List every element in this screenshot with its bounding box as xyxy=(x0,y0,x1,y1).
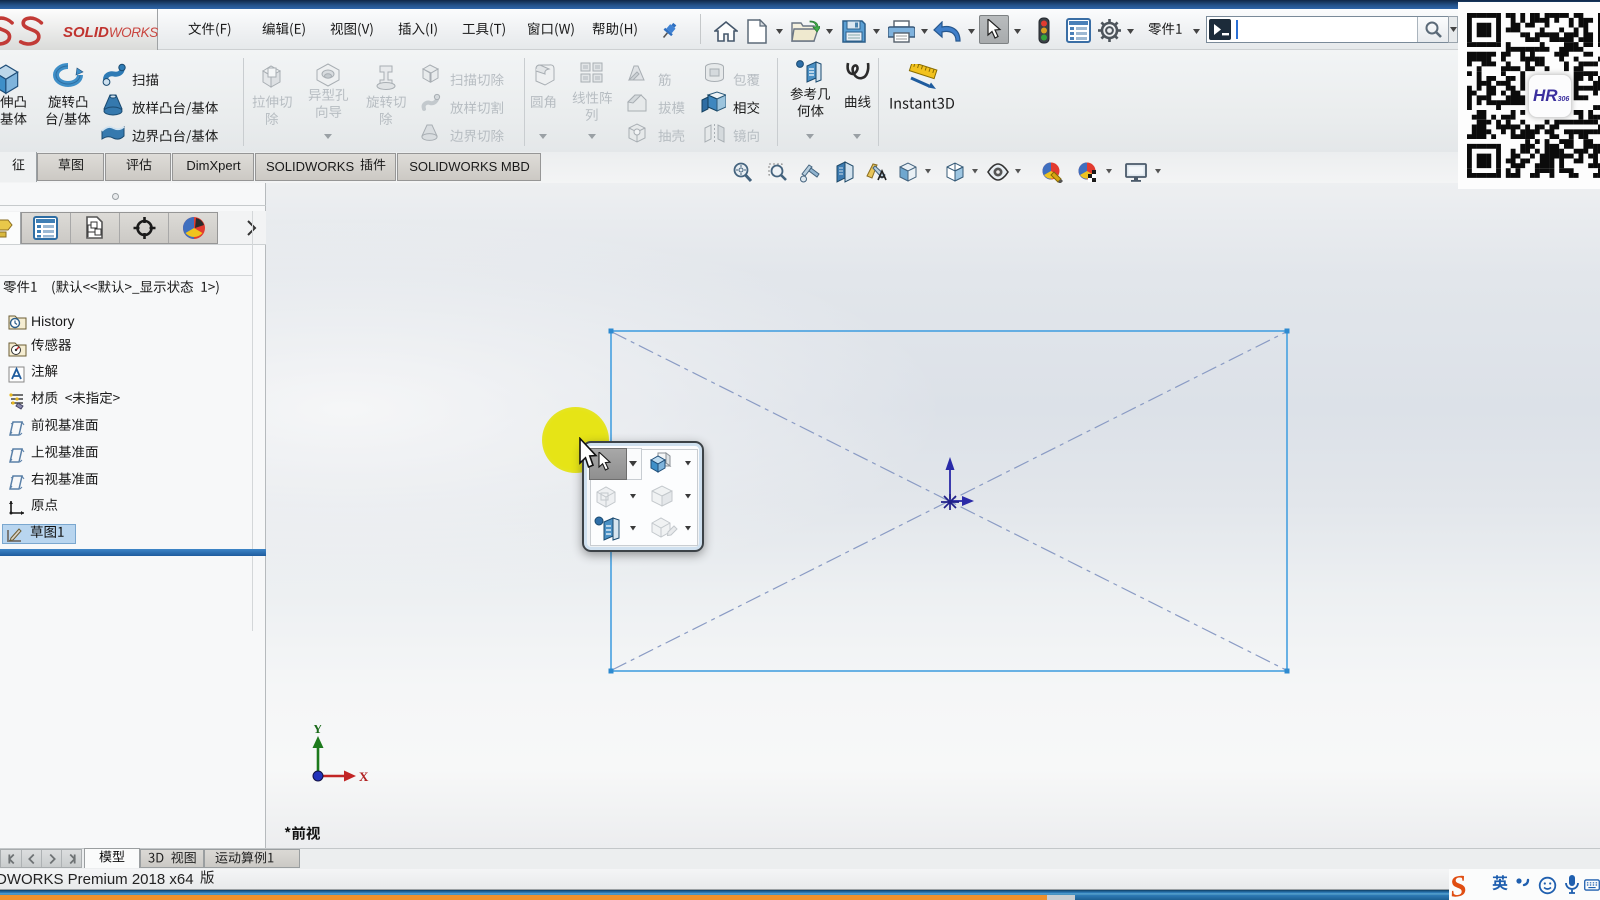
svg-text:X: X xyxy=(359,769,369,784)
svg-text:Y: Y xyxy=(313,725,323,736)
